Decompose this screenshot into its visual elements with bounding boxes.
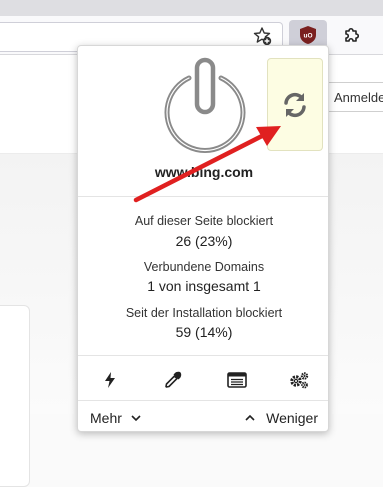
tool-row	[78, 362, 328, 398]
login-button[interactable]: Anmelden	[327, 82, 383, 112]
chevron-down-icon	[131, 415, 141, 422]
more-label: Mehr	[90, 410, 122, 426]
stat-value-domains: 1 von insgesamt 1	[147, 278, 261, 294]
site-hostname: www.bing.com	[154, 164, 254, 180]
stat-value-page-blocked: 26 (23%)	[175, 233, 233, 249]
logger-icon[interactable]	[219, 362, 255, 398]
less-button[interactable]: Weniger	[244, 410, 318, 426]
stat-label-total-blocked: Seit der Installation blockiert	[125, 306, 283, 320]
power-icon[interactable]	[159, 56, 251, 156]
more-button[interactable]: Mehr	[90, 410, 142, 426]
eyedropper-icon[interactable]	[155, 362, 191, 398]
page-card	[0, 305, 30, 487]
ublock-popup: www.bing.com Auf dieser Seite blockiert …	[77, 45, 329, 432]
less-label: Weniger	[266, 410, 318, 426]
divider	[78, 400, 328, 401]
settings-icon[interactable]	[281, 362, 317, 398]
stat-label-domains: Verbundene Domains	[143, 260, 265, 274]
puzzle-icon[interactable]	[338, 22, 366, 48]
ublock-origin-icon: uO	[300, 26, 316, 44]
chevron-up-icon	[245, 414, 255, 421]
star-plus-icon[interactable]	[251, 25, 273, 47]
stat-value-total-blocked: 59 (14%)	[175, 324, 233, 340]
lightning-icon[interactable]	[92, 362, 128, 398]
stat-label-page-blocked: Auf dieser Seite blockiert	[134, 214, 274, 228]
window-top-strip	[0, 0, 383, 16]
popup-footer: Mehr Weniger	[78, 404, 328, 431]
divider	[78, 196, 328, 197]
refresh-icon	[284, 92, 306, 117]
divider	[78, 355, 328, 356]
reload-button[interactable]	[267, 58, 323, 151]
ublock-badge-text: uO	[303, 33, 312, 40]
